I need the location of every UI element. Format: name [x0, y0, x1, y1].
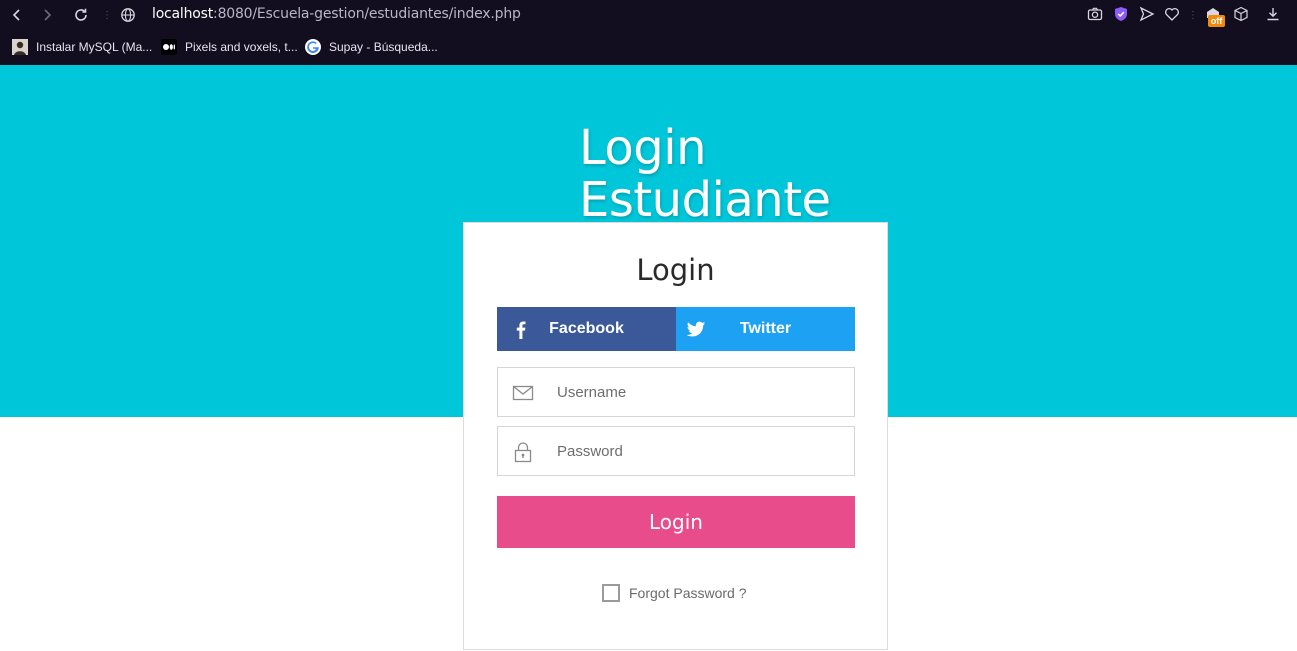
send-icon: [1139, 6, 1155, 22]
facebook-label: Facebook: [549, 320, 624, 337]
forgot-password-row: Forgot Password ?: [602, 583, 747, 603]
envelope-icon: [512, 385, 534, 401]
username-field: [497, 367, 855, 417]
login-card-title: Login: [636, 253, 715, 287]
url-path: :8080/Escuela-gestion/estudiantes/index.…: [213, 6, 521, 22]
password-input[interactable]: [557, 427, 847, 475]
twitter-login-button[interactable]: Twitter: [676, 307, 855, 351]
snapshot-button[interactable]: [1087, 6, 1103, 24]
downloads-button[interactable]: [1265, 6, 1281, 24]
extension-off-badge: off: [1208, 15, 1225, 27]
download-icon: [1267, 8, 1279, 21]
send-button[interactable]: [1139, 6, 1155, 24]
bookmarks-bar: Instalar MySQL (Ma... Pixels and voxels,…: [0, 36, 1297, 58]
toolbar-separator: ⋮: [102, 10, 112, 21]
page-title-line2: Estudiante: [579, 172, 831, 228]
reload-icon: [75, 8, 87, 21]
back-button[interactable]: [8, 6, 26, 24]
bookmark-label: Supay - Búsqueda...: [329, 40, 438, 54]
lock-icon: [514, 442, 532, 463]
bookmark-supay-busqueda[interactable]: Supay - Búsqueda...: [305, 38, 438, 56]
login-card: Login Facebook Twitter Login Forgot Pass…: [463, 222, 888, 650]
vpn-shield-button[interactable]: [1113, 6, 1129, 24]
forgot-password-checkbox[interactable]: [602, 584, 620, 602]
twitter-label: Twitter: [739, 320, 792, 337]
globe-icon: [121, 8, 135, 22]
url-host: localhost: [152, 6, 214, 22]
username-input[interactable]: [557, 368, 847, 416]
google-icon: [305, 39, 321, 55]
site-info-button[interactable]: [119, 6, 137, 24]
bookmark-pixels-voxels[interactable]: Pixels and voxels, t...: [161, 38, 298, 56]
bookmark-label: Pixels and voxels, t...: [185, 40, 298, 54]
address-bar-row: ⋮ localhost:8080/Escuela-gestion/estudia…: [0, 0, 1297, 30]
forward-button[interactable]: [38, 6, 56, 24]
favorites-button[interactable]: [1164, 6, 1180, 24]
toolbar-separator-right: ⋮: [1188, 10, 1198, 21]
page-title: Login Estudiante: [579, 122, 831, 226]
address-bar-url[interactable]: localhost:8080/Escuela-gestion/estudiant…: [152, 6, 521, 22]
camera-icon: [1087, 7, 1103, 21]
facebook-login-button[interactable]: Facebook: [497, 307, 676, 351]
reload-button[interactable]: [72, 6, 90, 24]
heart-icon: [1165, 8, 1179, 21]
login-button[interactable]: Login: [497, 496, 855, 548]
browser-toolbar: ⋮ localhost:8080/Escuela-gestion/estudia…: [0, 0, 1297, 65]
bookmark-instalar-mysql[interactable]: Instalar MySQL (Ma...: [12, 38, 152, 56]
cube-button[interactable]: [1233, 6, 1249, 24]
shield-check-icon: [1115, 7, 1127, 21]
bookmark-label: Instalar MySQL (Ma...: [36, 40, 153, 54]
forgot-password-label[interactable]: Forgot Password ?: [629, 585, 747, 601]
page-title-line1: Login: [579, 120, 706, 176]
password-field: [497, 426, 855, 476]
chevron-right-icon: [44, 9, 52, 21]
medium-icon: [161, 39, 177, 55]
chevron-left-icon: [12, 9, 20, 21]
cube-icon: [1234, 6, 1248, 22]
person-avatar-icon: [12, 39, 28, 55]
